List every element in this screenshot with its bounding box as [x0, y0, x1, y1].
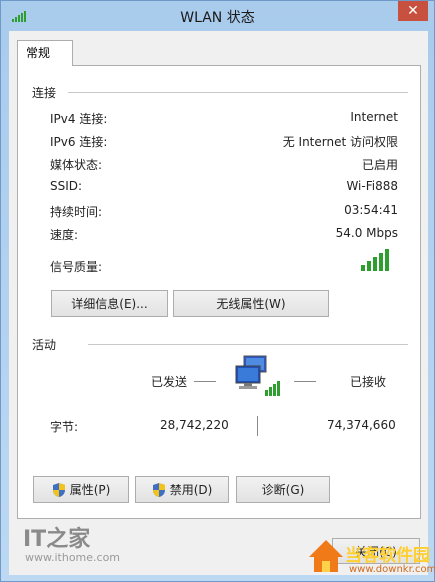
general-panel: 连接 IPv4 连接: Internet IPv6 连接: 无 Internet… [17, 65, 421, 519]
section-divider [88, 344, 408, 345]
downkr-brand: 当客软件园 [345, 546, 430, 566]
bytes-label: 字节: [50, 420, 79, 434]
row-signal-label: 信号质量: [50, 260, 103, 274]
downkr-url: www.downkr.com [349, 564, 435, 575]
row-media-value: 已启用 [361, 158, 398, 172]
sent-label: 已发送 [151, 375, 188, 389]
bytes-sent-value: 28,742,220 [160, 418, 229, 432]
close-window-button[interactable]: ✕ [398, 1, 428, 21]
uac-shield-icon [152, 482, 165, 497]
received-label: 已接收 [350, 375, 387, 389]
row-media-label: 媒体状态: [50, 158, 103, 172]
disable-button-label: 禁用(D) [169, 483, 213, 497]
row-ssid-label: SSID: [50, 179, 83, 193]
row-ipv6-value: 无 Internet 访问权限 [282, 135, 398, 149]
row-ipv6-label: IPv6 连接: [50, 135, 108, 149]
row-ipv4-label: IPv4 连接: [50, 112, 108, 126]
network-computers-icon [235, 355, 280, 396]
bytes-separator [257, 416, 258, 436]
row-ipv4-value: Internet [350, 110, 398, 124]
window-title: WLAN 状态 [180, 10, 255, 26]
uac-shield-icon [52, 482, 65, 497]
row-ssid-value: Wi-Fi888 [346, 179, 398, 193]
bytes-received-value: 74,374,660 [327, 418, 396, 432]
row-speed-value: 54.0 Mbps [335, 226, 398, 240]
row-speed-label: 速度: [50, 228, 79, 242]
diagnose-button[interactable]: 诊断(G) [236, 476, 330, 503]
properties-button-label: 属性(P) [69, 483, 111, 497]
row-duration-value: 03:54:41 [344, 203, 398, 217]
properties-button[interactable]: 属性(P) [33, 476, 129, 503]
ithome-url: www.ithome.com [25, 551, 121, 564]
details-button-label: 详细信息(E)... [71, 297, 148, 311]
row-duration-label: 持续时间: [50, 205, 103, 219]
received-dash [294, 381, 316, 382]
sent-dash [194, 381, 216, 382]
ithome-logo: IT之家 [23, 527, 91, 552]
tab-general[interactable]: 常规 [17, 40, 73, 66]
house-logo-icon [309, 540, 343, 572]
dialog-client: 常规 连接 IPv4 连接: Internet IPv6 连接: 无 Inter… [9, 31, 428, 575]
section-activity-label: 活动 [32, 338, 57, 352]
signal-strength-icon [361, 249, 389, 271]
section-connection-label: 连接 [32, 86, 57, 100]
wireless-properties-label: 无线属性(W) [216, 297, 286, 311]
section-divider [68, 92, 408, 93]
wireless-properties-button[interactable]: 无线属性(W) [173, 290, 329, 317]
diagnose-button-label: 诊断(G) [261, 483, 305, 497]
details-button[interactable]: 详细信息(E)... [51, 290, 168, 317]
disable-button[interactable]: 禁用(D) [135, 476, 229, 503]
wlan-status-window: WLAN 状态 ✕ 常规 连接 IPv4 连接: Internet IPv6 连… [0, 0, 435, 582]
